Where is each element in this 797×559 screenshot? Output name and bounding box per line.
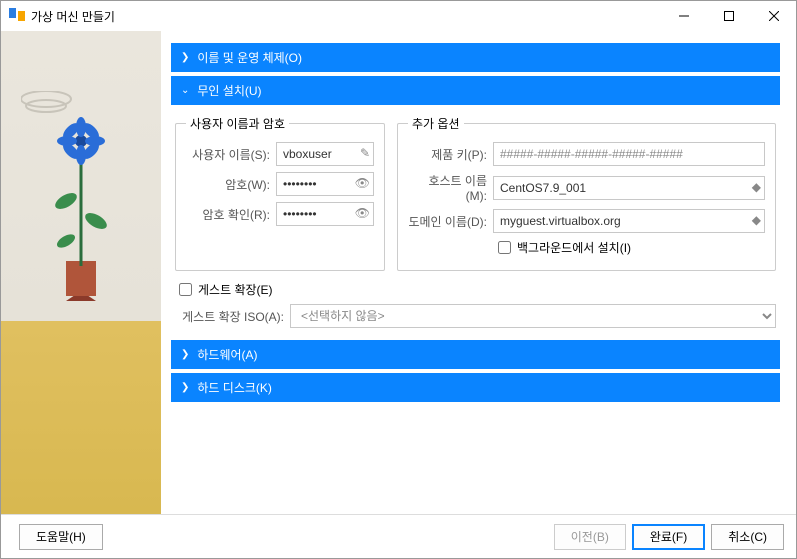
section-unattended-body: 사용자 이름과 암호 사용자 이름(S): ✎ 암호(W): bbox=[171, 109, 780, 340]
chevron-right-icon: ❯ bbox=[181, 349, 189, 360]
domain-input[interactable] bbox=[493, 209, 765, 233]
ga-iso-label: 게스트 확장 ISO(A): bbox=[175, 308, 290, 325]
section-name-os[interactable]: ❯ 이름 및 운영 체제(O) bbox=[171, 43, 780, 72]
password-label: 암호(W): bbox=[186, 176, 276, 193]
fieldset-user-password: 사용자 이름과 암호 사용자 이름(S): ✎ 암호(W): bbox=[175, 115, 385, 271]
chevron-right-icon: ❯ bbox=[181, 52, 189, 63]
section-label: 이름 및 운영 체제(O) bbox=[197, 49, 302, 66]
section-label: 무인 설치(U) bbox=[197, 82, 261, 99]
username-label: 사용자 이름(S): bbox=[186, 146, 276, 163]
footer: 도움말(H) 이전(B) 완료(F) 취소(C) bbox=[1, 514, 796, 558]
close-button[interactable] bbox=[751, 1, 796, 31]
chevron-down-icon: ⌄ bbox=[181, 85, 189, 96]
fieldset-extra-options: 추가 옵션 제품 키(P): 호스트 이름(M): ◆ bbox=[397, 115, 776, 271]
finish-button[interactable]: 완료(F) bbox=[632, 524, 705, 550]
hostname-input[interactable] bbox=[493, 176, 765, 200]
window-controls bbox=[661, 1, 796, 31]
validate-icon: ✎ bbox=[360, 146, 370, 160]
titlebar: 가상 머신 만들기 bbox=[1, 1, 796, 31]
chevron-right-icon: ❯ bbox=[181, 382, 189, 393]
status-icon: ◆ bbox=[752, 213, 761, 227]
hostname-label: 호스트 이름(M): bbox=[408, 172, 493, 203]
bg-install-checkbox[interactable] bbox=[498, 241, 511, 254]
guest-additions-checkbox[interactable] bbox=[179, 283, 192, 296]
section-label: 하드 디스크(K) bbox=[197, 379, 272, 396]
window-title: 가상 머신 만들기 bbox=[31, 8, 661, 25]
section-hardware[interactable]: ❯ 하드웨어(A) bbox=[171, 340, 780, 369]
product-key-input[interactable] bbox=[493, 142, 765, 166]
domain-label: 도메인 이름(D): bbox=[408, 213, 493, 230]
section-unattended[interactable]: ⌄ 무인 설치(U) bbox=[171, 76, 780, 105]
window: 가상 머신 만들기 bbox=[0, 0, 797, 559]
body: ❯ 이름 및 운영 체제(O) ⌄ 무인 설치(U) 사용자 이름과 암호 사용… bbox=[1, 31, 796, 514]
eye-icon[interactable]: 👁 bbox=[355, 206, 370, 220]
help-button[interactable]: 도움말(H) bbox=[19, 524, 103, 550]
cancel-button[interactable]: 취소(C) bbox=[711, 524, 784, 550]
section-label: 하드웨어(A) bbox=[197, 346, 257, 363]
content: ❯ 이름 및 운영 체제(O) ⌄ 무인 설치(U) 사용자 이름과 암호 사용… bbox=[161, 31, 796, 514]
minimize-button[interactable] bbox=[661, 1, 706, 31]
status-icon: ◆ bbox=[752, 180, 761, 194]
app-logo-icon bbox=[9, 8, 25, 24]
fieldset-legend: 사용자 이름과 암호 bbox=[186, 115, 289, 132]
eye-icon[interactable]: 👁 bbox=[355, 176, 370, 190]
flower-icon bbox=[21, 91, 141, 311]
guest-additions-label: 게스트 확장(E) bbox=[198, 281, 273, 298]
maximize-button[interactable] bbox=[706, 1, 751, 31]
section-disk[interactable]: ❯ 하드 디스크(K) bbox=[171, 373, 780, 402]
fieldset-legend: 추가 옵션 bbox=[408, 115, 464, 132]
ga-iso-select[interactable]: <선택하지 않음> bbox=[290, 304, 776, 328]
bg-install-label: 백그라운드에서 설치(I) bbox=[517, 239, 631, 256]
product-key-label: 제품 키(P): bbox=[408, 146, 493, 163]
back-button[interactable]: 이전(B) bbox=[554, 524, 626, 550]
confirm-label: 암호 확인(R): bbox=[186, 206, 276, 223]
sidebar-illustration bbox=[1, 31, 161, 514]
